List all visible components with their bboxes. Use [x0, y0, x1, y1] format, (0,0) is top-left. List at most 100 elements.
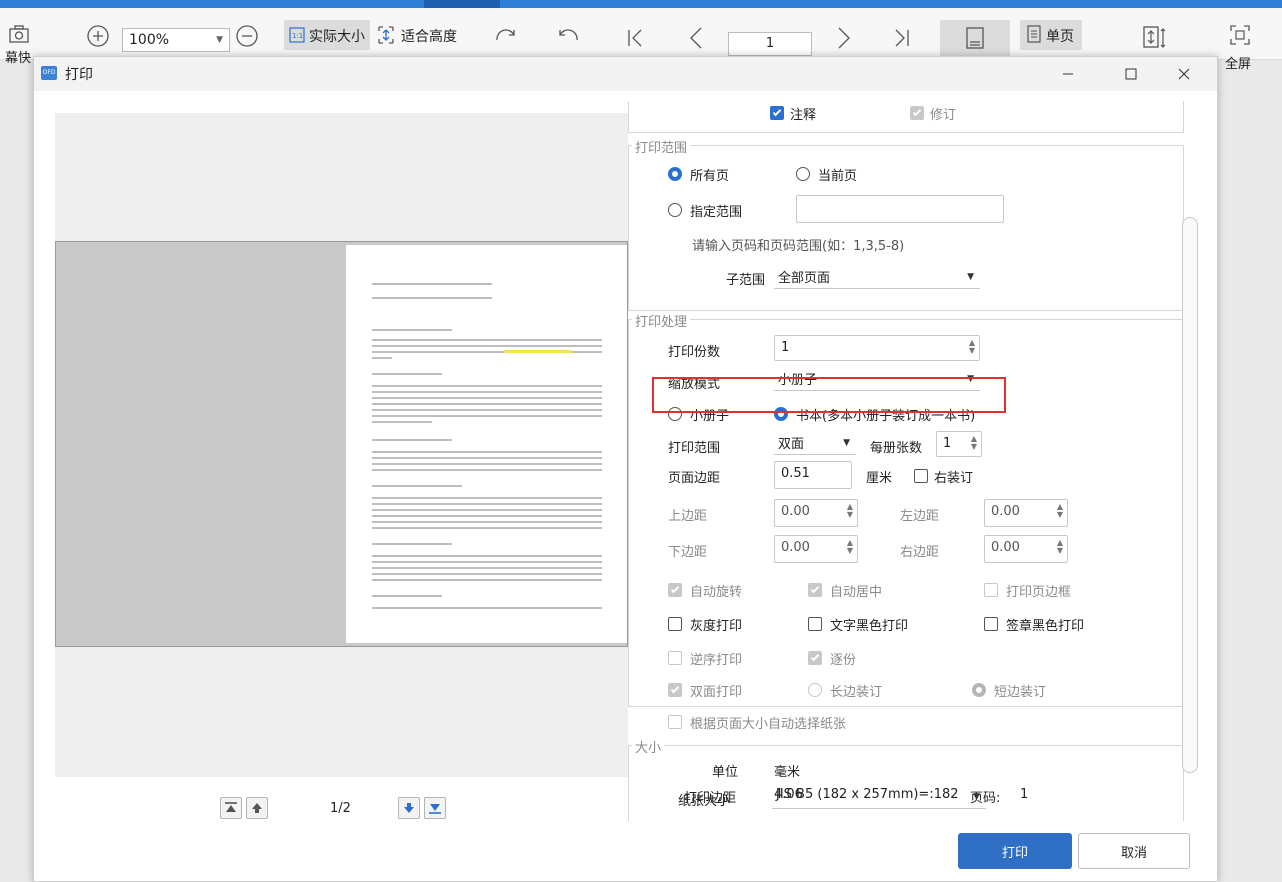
spinner-icon[interactable]: ▲ ▼ — [1057, 503, 1063, 519]
sheets-per-book-value: 1 — [943, 436, 952, 451]
first-page-icon[interactable] — [626, 28, 644, 48]
bottom-margin-input[interactable]: 0.00 ▲ ▼ — [774, 535, 858, 563]
long-edge-label: 长边装订 — [830, 685, 883, 700]
page-margin-label: 页面边距 — [668, 471, 721, 486]
auto-rotate-label: 自动旋转 — [690, 585, 743, 600]
right-binding-label: 右装订 — [934, 471, 974, 486]
sheets-per-book-label: 每册张数 — [870, 441, 923, 456]
left-margin-label: 左边距 — [900, 509, 940, 524]
fit-page-icon[interactable] — [1141, 25, 1167, 51]
spinner-icon[interactable]: ▲ ▼ — [1057, 539, 1063, 555]
subrange-value: 全部页面 — [778, 271, 831, 286]
print-border-label: 打印页边框 — [1006, 585, 1072, 600]
cancel-button[interactable]: 取消 — [1078, 833, 1190, 869]
chevron-down-icon: ▼ — [216, 35, 223, 45]
viewer-toolbar: 幕快 100% ▼ 1:1 实际大小 适合高度 1 单页 全屏 — [0, 8, 1282, 72]
rotate-clockwise-icon[interactable] — [493, 26, 519, 48]
annotation-checkbox[interactable] — [770, 106, 784, 120]
copies-input[interactable]: 1 ▲ ▼ — [774, 335, 980, 361]
subrange-label: 子范围 — [726, 273, 766, 288]
zoom-in-icon[interactable] — [86, 24, 110, 48]
fit-height-label[interactable]: 适合高度 — [401, 26, 457, 46]
next-page-nav-icon[interactable] — [398, 797, 420, 819]
sheets-per-book-input[interactable]: 1 ▲ ▼ — [936, 431, 982, 457]
duplex-label: 双面打印 — [690, 685, 743, 700]
all-pages-radio[interactable] — [668, 167, 682, 181]
grayscale-checkbox[interactable] — [668, 617, 682, 631]
print-range-mode-select[interactable]: 双面 ▼ — [774, 429, 856, 455]
fullscreen-icon[interactable] — [1229, 24, 1251, 46]
page-number-input[interactable]: 1 — [728, 32, 812, 56]
print-range-mode-value: 双面 — [778, 437, 805, 452]
settings-scrollbar[interactable] — [1182, 217, 1198, 773]
print-processing-group-title: 打印处理 — [632, 311, 691, 330]
last-page-nav-icon[interactable] — [424, 797, 446, 819]
page-view-icon — [965, 26, 985, 52]
rotate-counterclockwise-icon[interactable] — [555, 26, 581, 48]
subrange-select[interactable]: 全部页面 ▼ — [774, 263, 980, 289]
screenshot-label: 幕快 — [5, 51, 32, 66]
spinner-icon[interactable]: ▲ ▼ — [847, 539, 853, 555]
bottom-margin-value: 0.00 — [781, 540, 810, 555]
print-button[interactable]: 打印 — [958, 833, 1072, 869]
revision-checkbox — [910, 106, 924, 120]
range-hint: 请输入页码和页码范围(如：1,3,5-8) — [692, 239, 905, 254]
top-margin-value: 0.00 — [781, 504, 810, 519]
page-code-value: 1 — [1020, 787, 1029, 802]
maximize-icon[interactable] — [1109, 57, 1153, 91]
collate-checkbox — [808, 651, 822, 665]
stamp-black-checkbox[interactable] — [984, 617, 998, 631]
text-black-label: 文字黑色打印 — [830, 619, 909, 634]
dialog-titlebar: OFD 打印 — [34, 57, 1217, 91]
first-page-nav-icon[interactable] — [220, 797, 242, 819]
spinner-icon[interactable]: ▲ ▼ — [969, 339, 975, 355]
right-margin-label: 右边距 — [900, 545, 940, 560]
page-margin-input[interactable]: 0.51 — [774, 461, 852, 489]
zoom-value: 100% — [129, 32, 170, 48]
preview-page-indicator: 1/2 — [330, 801, 351, 816]
preview-page-thumbnail — [346, 245, 627, 643]
specify-range-radio[interactable] — [668, 203, 682, 217]
screenshot-icon[interactable] — [8, 24, 30, 44]
short-edge-radio — [972, 683, 986, 697]
close-icon[interactable] — [1162, 57, 1206, 91]
size-group-title: 大小 — [632, 737, 665, 756]
annotation-label: 注释 — [790, 108, 817, 123]
zoom-out-icon[interactable] — [235, 24, 259, 48]
bottom-margin-label: 下边距 — [668, 545, 708, 560]
margin-unit: 厘米 — [866, 471, 893, 486]
fit-height-icon[interactable] — [377, 25, 395, 45]
right-margin-input[interactable]: 0.00 ▲ ▼ — [984, 535, 1068, 563]
auto-center-label: 自动居中 — [830, 585, 883, 600]
previous-page-nav-icon[interactable] — [246, 797, 268, 819]
text-black-checkbox[interactable] — [808, 617, 822, 631]
ofd-app-icon: OFD — [41, 66, 57, 80]
auto-paper-label: 根据页面大小自动选择纸张 — [690, 717, 847, 732]
fullscreen-label: 全屏 — [1225, 57, 1252, 72]
specify-range-label: 指定范围 — [690, 205, 743, 220]
unit-value: 毫米 — [774, 765, 801, 780]
previous-page-icon[interactable] — [688, 26, 704, 50]
reverse-order-checkbox — [668, 651, 682, 665]
right-margin-value: 0.00 — [991, 540, 1020, 555]
content-group — [628, 101, 1184, 133]
spinner-icon[interactable]: ▲ ▼ — [847, 503, 853, 519]
unit-label: 单位 — [712, 765, 739, 780]
short-edge-label: 短边装订 — [994, 685, 1047, 700]
top-title-strip — [0, 0, 1282, 8]
spinner-icon[interactable]: ▲ ▼ — [971, 435, 977, 451]
auto-paper-checkbox — [668, 715, 682, 729]
next-page-icon[interactable] — [836, 26, 852, 50]
print-range-mode-label: 打印范围 — [668, 441, 721, 456]
page-range-input[interactable] — [796, 195, 1004, 223]
paper-size-select[interactable]: JIS B5 (182 x 257mm)=:182 ▼ — [772, 783, 986, 809]
zoom-select[interactable]: 100% ▼ — [122, 28, 230, 52]
left-margin-input[interactable]: 0.00 ▲ ▼ — [984, 499, 1068, 527]
right-binding-checkbox[interactable] — [914, 469, 928, 483]
minimize-icon[interactable] — [1046, 57, 1090, 91]
current-page-radio[interactable] — [796, 167, 810, 181]
copies-value: 1 — [781, 340, 790, 355]
duplex-checkbox — [668, 683, 682, 697]
top-margin-input[interactable]: 0.00 ▲ ▼ — [774, 499, 858, 527]
last-page-icon[interactable] — [893, 28, 911, 48]
